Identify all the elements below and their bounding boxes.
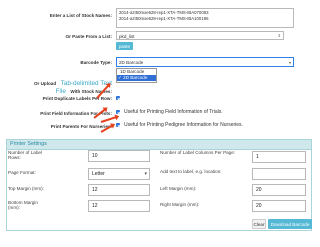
right-margin-input[interactable]: 20: [252, 200, 306, 212]
label-columns-input[interactable]: 1: [252, 151, 306, 163]
barcode-option-2d-label: 2D Barcode: [123, 75, 148, 80]
chevron-down-icon: ▾: [288, 59, 291, 65]
label-rows-label: Number of Label Rows:: [8, 150, 42, 160]
page-format-value: Letter: [92, 171, 105, 177]
barcode-type-select[interactable]: 2D Barcode ▾: [116, 57, 294, 67]
barcode-type-label: Barcode Type:: [80, 60, 112, 65]
stock-names-textarea[interactable]: 2014-azt50mxe628-rep1-XTA-TMS-IBA070093 …: [116, 8, 294, 28]
barcode-type-dropdown: 1D Barcode ✓ 2D Barcode: [116, 68, 157, 83]
page-format-select[interactable]: Letter ▾: [88, 168, 150, 180]
stock-name-line: 2014-azt50mxe628-rep1-XTA-TMS-IBA100196: [119, 16, 209, 21]
right-margin-label: Right Margin (mm):: [160, 202, 200, 207]
bottom-margin-input[interactable]: 12: [88, 200, 150, 212]
parents-checkbox[interactable]: [116, 123, 120, 127]
left-margin-input[interactable]: 20: [252, 184, 306, 196]
stock-names-label: Enter a List of Stock Names:: [49, 13, 112, 18]
page-format-label: Page Format:: [8, 170, 36, 175]
upload-suffix: With Stock Names:: [70, 89, 112, 94]
field-info-description: Useful for Printing Field Information of…: [124, 109, 223, 115]
paste-list-label: Or Paste From a List:: [65, 34, 112, 39]
label-text-input[interactable]: [252, 168, 306, 180]
top-margin-input[interactable]: 12: [88, 184, 150, 196]
select-arrows-icon: ⇕: [277, 33, 281, 38]
paste-list-select[interactable]: pkd_list ⇕: [116, 31, 284, 40]
duplicate-labels-checkbox[interactable]: [116, 96, 120, 100]
bottom-margin-label: Bottom Margin (mm):: [8, 200, 38, 210]
parents-label: Print Parents For Nurseries:: [50, 124, 112, 129]
paste-button[interactable]: paste: [116, 42, 133, 50]
label-columns-label: Number of Label Columns Per Page:: [160, 150, 236, 155]
stock-name-line: 2014-azt50mxe628-rep1-XTA-TMS-IBA070093: [119, 10, 209, 15]
label-rows-input[interactable]: 10: [88, 150, 150, 162]
download-barcode-button[interactable]: Download Barcode: [268, 219, 312, 229]
paste-list-value: pkd_list: [119, 33, 135, 39]
printer-settings-header: Printer Settings: [7, 140, 311, 150]
parents-description: Useful for Printing Pedigree Information…: [124, 122, 243, 128]
upload-file-link-2[interactable]: File: [56, 88, 66, 95]
left-margin-label: Left Margin (mm):: [160, 186, 197, 191]
barcode-option-2d[interactable]: ✓ 2D Barcode: [117, 75, 156, 81]
top-margin-label: Top Margin (mm):: [8, 186, 44, 191]
barcode-type-value: 2D Barcode: [119, 60, 144, 65]
chevron-down-icon: ▾: [144, 171, 147, 177]
clear-button[interactable]: Clear: [252, 219, 266, 229]
label-text-label: Add text to label, e.g. location:: [160, 169, 222, 174]
